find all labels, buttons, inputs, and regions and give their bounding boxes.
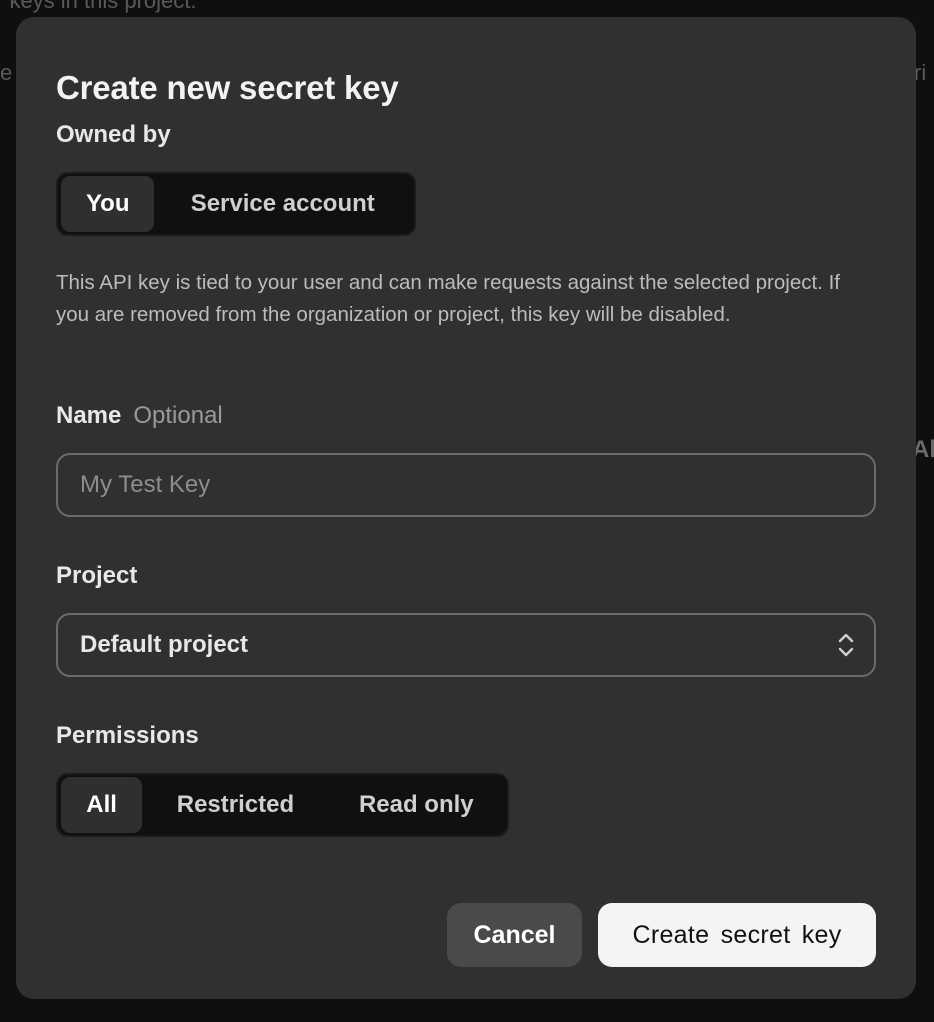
project-select-value: Default project — [80, 631, 249, 658]
name-label: Name Optional — [56, 402, 223, 430]
project-select[interactable]: Default project — [56, 613, 876, 677]
owner-helper-text: This API key is tied to your user and ca… — [56, 271, 840, 326]
project-label: Project — [56, 562, 138, 589]
owned-by-toggle: You Service account — [56, 172, 416, 236]
name-label-text: Name — [56, 402, 122, 429]
create-secret-key-button[interactable]: Create secret key — [598, 903, 876, 967]
owner-option-you[interactable]: You — [61, 176, 155, 232]
permission-option-all[interactable]: All — [61, 777, 143, 833]
owned-by-label: Owned by — [56, 121, 171, 148]
permissions-label: Permissions — [56, 722, 199, 749]
create-secret-key-dialog: Create new secret key Owned by You Servi… — [16, 17, 916, 999]
dialog-title: Create new secret key — [56, 69, 399, 106]
owner-option-service-account[interactable]: Service account — [154, 176, 411, 232]
optional-label: Optional — [133, 402, 223, 429]
cancel-button[interactable]: Cancel — [447, 903, 582, 967]
name-input[interactable] — [58, 455, 874, 515]
background-text: r keys in this project. — [0, 0, 197, 13]
chevron-up-down-icon — [838, 633, 854, 657]
permission-option-read-only[interactable]: Read only — [329, 777, 504, 833]
background-text-fragment: e — [0, 60, 13, 85]
permissions-toggle: All Restricted Read only — [56, 773, 509, 837]
permission-option-restricted[interactable]: Restricted — [142, 777, 328, 833]
name-field — [56, 453, 876, 517]
